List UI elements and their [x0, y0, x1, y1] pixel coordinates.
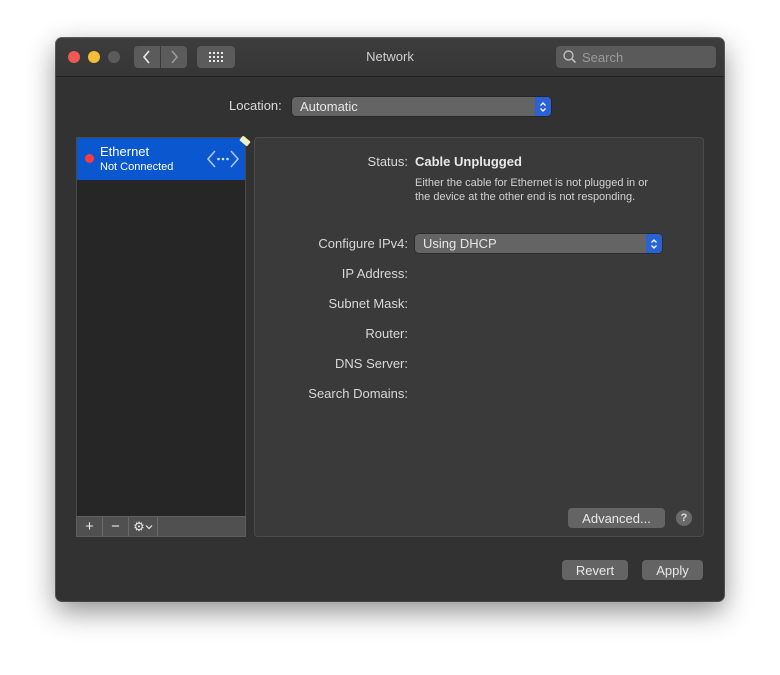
location-popup[interactable]: Automatic	[292, 97, 551, 116]
ethernet-icon	[207, 150, 239, 168]
search-icon	[563, 50, 577, 64]
status-value: Cable Unplugged	[415, 154, 522, 169]
gear-icon: ⚙	[133, 518, 145, 534]
ip-address-label: IP Address:	[341, 266, 408, 281]
location-value: Automatic	[300, 99, 358, 114]
network-preferences-window: Network Location: Automatic Ethernet Not…	[56, 38, 724, 601]
service-name: Ethernet	[100, 144, 150, 159]
popup-stepper	[646, 234, 662, 253]
apply-button[interactable]: Apply	[642, 560, 703, 580]
configure-ipv4-label: Configure IPv4:	[318, 236, 408, 251]
add-service-button[interactable]: +	[77, 517, 103, 536]
chevron-up-down-icon	[651, 238, 657, 249]
service-list: Ethernet Not Connected	[76, 137, 246, 537]
location-label: Location:	[229, 98, 282, 113]
service-item-ethernet[interactable]: Ethernet Not Connected	[77, 138, 245, 180]
advanced-button[interactable]: Advanced...	[568, 508, 665, 528]
help-button[interactable]: ?	[676, 510, 692, 526]
search-field[interactable]	[556, 46, 716, 68]
remove-service-button[interactable]: −	[103, 517, 129, 536]
status-description: Either the cable for Ethernet is not plu…	[415, 177, 648, 203]
status-label: Status:	[367, 154, 408, 169]
detail-pane: Status: Cable Unplugged Either the cable…	[254, 137, 704, 537]
dns-server-label: DNS Server:	[335, 356, 408, 371]
service-status: Not Connected	[100, 161, 174, 173]
chevron-up-down-icon	[540, 101, 546, 112]
service-list-toolbar: + − ⚙	[76, 516, 246, 537]
configure-ipv4-popup[interactable]: Using DHCP	[415, 234, 662, 253]
search-input[interactable]	[579, 49, 712, 65]
chevron-down-icon	[145, 524, 153, 529]
popup-stepper	[535, 97, 551, 116]
router-label: Router:	[365, 326, 408, 341]
title-bar: Network	[56, 38, 724, 77]
configure-ipv4-value: Using DHCP	[423, 236, 497, 251]
subnet-mask-label: Subnet Mask:	[328, 296, 409, 311]
status-dot-icon	[85, 154, 94, 163]
revert-button[interactable]: Revert	[562, 560, 628, 580]
search-domains-label: Search Domains:	[308, 386, 408, 401]
action-menu-button[interactable]: ⚙	[129, 517, 158, 536]
